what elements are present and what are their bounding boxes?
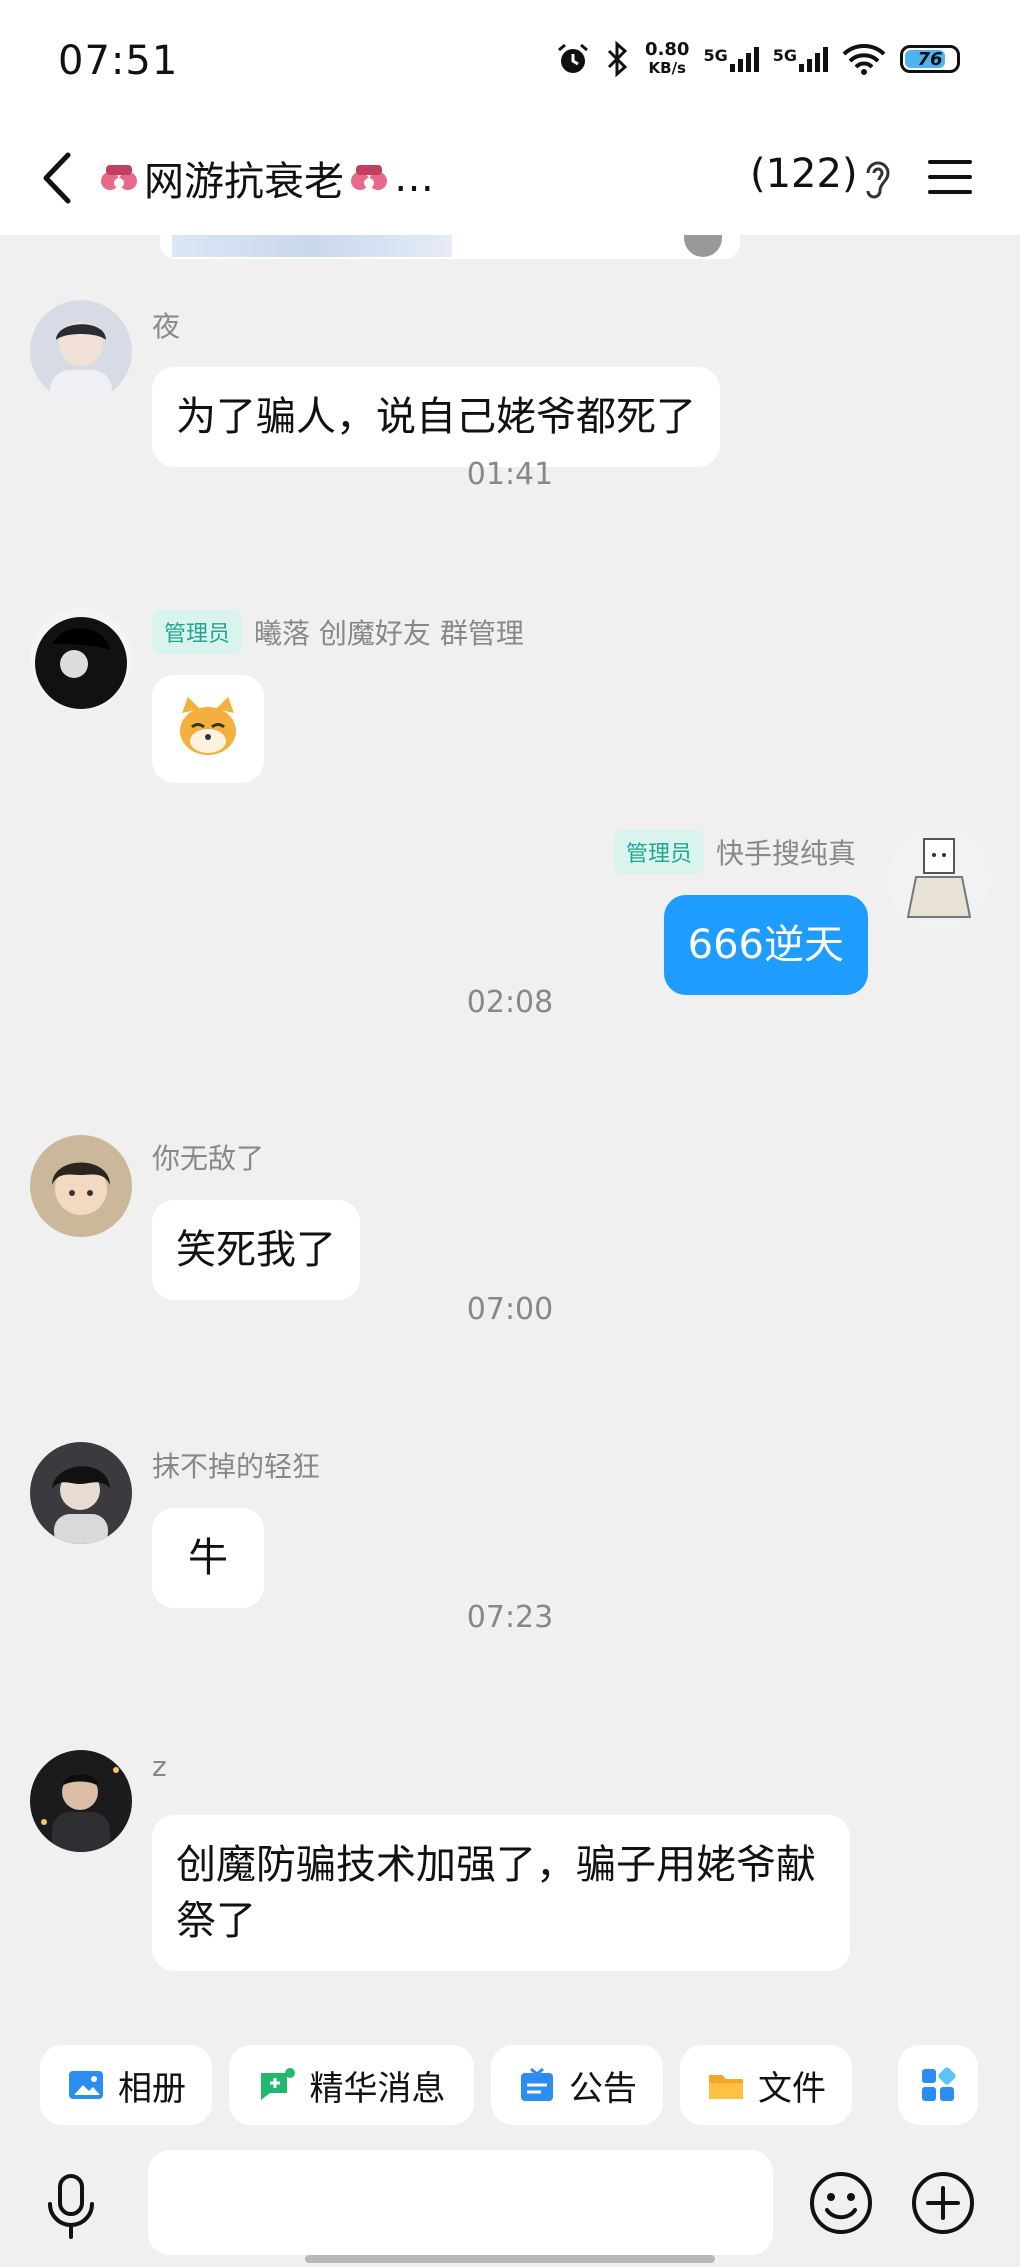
shiba-sticker-icon xyxy=(180,697,236,755)
plus-icon[interactable] xyxy=(910,2170,976,2236)
chevron-down-icon[interactable] xyxy=(684,235,722,257)
sender-name: z xyxy=(152,1750,167,1783)
announcement-icon xyxy=(521,2067,553,2101)
avatar[interactable] xyxy=(30,1750,132,1852)
avatar[interactable] xyxy=(888,827,990,929)
more-apps-button[interactable] xyxy=(898,2045,978,2125)
timestamp: 07:00 xyxy=(466,1292,554,1327)
ear-icon[interactable] xyxy=(860,155,896,205)
member-count[interactable]: (122) xyxy=(750,151,858,197)
signal-icon: 5G xyxy=(703,46,759,72)
avatar[interactable] xyxy=(30,1135,132,1237)
emoji-icon[interactable] xyxy=(808,2170,874,2236)
chat-area[interactable]: 夜 为了骗人，说自己姥爷都死了 01:41 管理员 曦落 创魔好友 群管理 管理… xyxy=(0,235,1020,2020)
decoration-icon xyxy=(101,165,137,190)
folder-icon xyxy=(709,2075,743,2099)
my-message-bubble[interactable]: 666逆天 xyxy=(663,895,868,995)
sender-name: 你无敌了 xyxy=(152,1142,265,1175)
apps-icon xyxy=(922,2067,956,2101)
album-button[interactable]: 相册 xyxy=(40,2045,212,2125)
avatar[interactable] xyxy=(30,608,132,710)
essence-icon xyxy=(260,2068,295,2100)
chat-header: 网游抗衰老 … (122) xyxy=(0,125,1020,235)
message-bubble[interactable]: 笑死我了 xyxy=(152,1200,360,1300)
sender-name: 管理员 曦落 创魔好友 群管理 xyxy=(152,610,524,654)
home-indicator[interactable] xyxy=(305,2255,715,2263)
timestamp: 02:08 xyxy=(466,985,554,1020)
album-icon xyxy=(69,2071,103,2099)
status-icons: 0.80 KB/s 5G 5G 76 xyxy=(555,40,960,78)
input-bar xyxy=(0,2150,1020,2267)
message-input[interactable] xyxy=(148,2150,773,2255)
network-speed: 0.80 KB/s xyxy=(645,39,690,78)
bluetooth-icon xyxy=(607,40,628,78)
avatar[interactable] xyxy=(30,300,132,402)
back-icon[interactable] xyxy=(30,143,90,213)
previous-message-card[interactable] xyxy=(160,235,740,259)
alarm-icon xyxy=(558,43,589,73)
menu-icon[interactable] xyxy=(925,155,975,199)
timestamp: 07:23 xyxy=(466,1600,554,1635)
group-title[interactable]: 网游抗衰老 … xyxy=(98,149,434,207)
message-bubble[interactable]: 牛 xyxy=(152,1508,264,1608)
essence-messages-button[interactable]: 精华消息 xyxy=(229,2045,474,2125)
timestamp: 01:41 xyxy=(466,457,554,492)
admin-badge: 管理员 xyxy=(613,830,704,874)
message-bubble[interactable]: 创魔防骗技术加强了，骗子用姥爷献祭了 xyxy=(152,1815,850,1971)
quick-toolbar: 相册 精华消息 公告 文件 xyxy=(0,2020,1020,2150)
message-bubble[interactable]: 为了骗人，说自己姥爷都死了 xyxy=(152,367,720,467)
status-bar: 07:51 0.80 KB/s 5G 5G 76 xyxy=(0,0,1020,125)
sticker-bubble[interactable] xyxy=(152,675,264,783)
status-time: 07:51 xyxy=(58,38,179,84)
decoration-icon xyxy=(351,165,387,190)
announcement-button[interactable]: 公告 xyxy=(491,2045,663,2125)
group-title-text: 网游抗衰老 xyxy=(144,159,344,205)
sender-name: 夜 xyxy=(152,310,181,343)
sender-name: 管理员 快手搜纯真 xyxy=(613,830,856,874)
admin-badge: 管理员 xyxy=(152,610,243,654)
signal-icon: 5G xyxy=(773,46,828,72)
card-image xyxy=(172,235,452,257)
title-ellipsis: … xyxy=(394,155,434,201)
battery-icon: 76 xyxy=(900,45,960,73)
files-button[interactable]: 文件 xyxy=(680,2045,852,2125)
sender-name: 抹不掉的轻狂 xyxy=(152,1450,321,1483)
wifi-icon xyxy=(842,44,886,75)
mic-icon[interactable] xyxy=(38,2170,104,2242)
avatar[interactable] xyxy=(30,1442,132,1544)
